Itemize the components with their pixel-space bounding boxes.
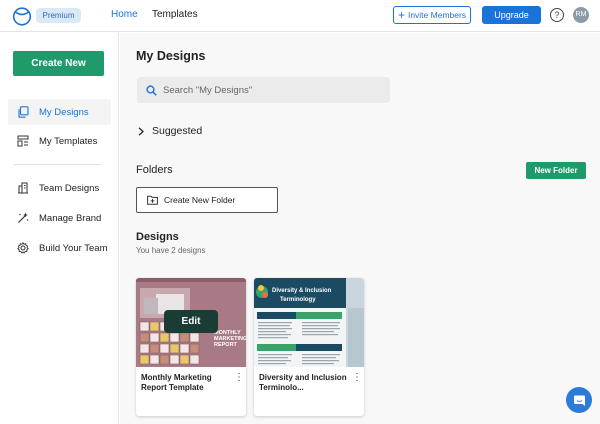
copy-icon [16, 105, 30, 119]
sidebar-item-manage-brand[interactable]: Manage Brand [8, 205, 111, 231]
create-new-button[interactable]: Create New [13, 51, 104, 76]
diversity-inclusion-thumbnail: Diversity & Inclusion Terminology [254, 278, 364, 367]
design-name[interactable]: Diversity and Inclusion Terminolo... [259, 373, 347, 393]
design-card[interactable]: Diversity & Inclusion Terminology Divers… [254, 278, 364, 416]
sidebar-item-team-designs[interactable]: Team Designs [8, 175, 111, 201]
sidebar-item-label: Manage Brand [39, 212, 102, 224]
create-new-folder-label: Create New Folder [164, 195, 236, 205]
sidebar-item-label: Build Your Team [39, 242, 108, 254]
sidebar-item-my-templates[interactable]: My Templates [8, 128, 111, 154]
designs-heading: Designs [136, 231, 179, 243]
svg-text:Diversity & Inclusion: Diversity & Inclusion [272, 288, 332, 294]
chat-icon [573, 395, 585, 406]
design-card[interactable]: MONTHLY MARKETING REPORT Edit Monthly Ma… [136, 278, 246, 416]
create-new-folder-button[interactable]: Create New Folder [136, 187, 278, 213]
invite-members-label: Invite Members [407, 10, 467, 20]
nav-templates-link[interactable]: Templates [152, 9, 198, 20]
app-logo-icon[interactable] [12, 6, 32, 26]
user-avatar[interactable]: RM [573, 7, 589, 23]
more-options-icon[interactable]: ⋮ [352, 373, 362, 383]
more-options-icon[interactable]: ⋮ [234, 373, 244, 383]
search-input[interactable] [163, 84, 373, 96]
suggested-label: Suggested [152, 125, 203, 137]
folder-plus-icon [147, 195, 158, 205]
main-content: My Designs Suggested Folders New Folder … [120, 33, 600, 424]
magic-wand-icon [16, 211, 30, 225]
invite-members-button[interactable]: + Invite Members [393, 6, 471, 24]
sidebar-item-my-designs[interactable]: My Designs [8, 99, 111, 125]
premium-badge: Premium [36, 8, 81, 23]
search-bar[interactable] [137, 77, 390, 103]
sidebar-item-build-your-team[interactable]: Build Your Team [8, 235, 111, 261]
svg-text:REPORT: REPORT [214, 342, 238, 348]
chevron-right-icon [138, 126, 144, 136]
sidebar-item-label: My Templates [39, 135, 98, 147]
plus-icon: + [397, 8, 405, 22]
chat-support-button[interactable] [566, 387, 592, 413]
upgrade-button[interactable]: Upgrade [482, 6, 541, 24]
sidebar: Create New My Designs My Templates Team … [0, 33, 119, 424]
folders-heading: Folders [136, 164, 173, 176]
sidebar-item-label: My Designs [39, 106, 89, 118]
nav-home-link[interactable]: Home [111, 9, 138, 20]
page-title: My Designs [136, 49, 206, 63]
new-folder-button[interactable]: New Folder [526, 162, 586, 179]
edit-button[interactable]: Edit [164, 310, 218, 333]
template-icon [16, 134, 30, 148]
help-icon[interactable]: ? [550, 8, 564, 22]
search-icon [146, 84, 157, 96]
designs-count: You have 2 designs [136, 246, 206, 255]
design-thumbnail[interactable]: MONTHLY MARKETING REPORT Edit [136, 278, 246, 367]
design-name[interactable]: Monthly Marketing Report Template [141, 373, 229, 393]
svg-text:Terminology: Terminology [280, 297, 316, 303]
top-bar: Premium Home Templates + Invite Members … [0, 0, 600, 32]
sidebar-divider [14, 164, 101, 165]
suggested-toggle[interactable]: Suggested [138, 125, 202, 137]
building-icon [16, 181, 30, 195]
design-thumbnail[interactable]: Diversity & Inclusion Terminology [254, 278, 364, 367]
gear-icon [16, 241, 30, 255]
sidebar-item-label: Team Designs [39, 182, 100, 194]
